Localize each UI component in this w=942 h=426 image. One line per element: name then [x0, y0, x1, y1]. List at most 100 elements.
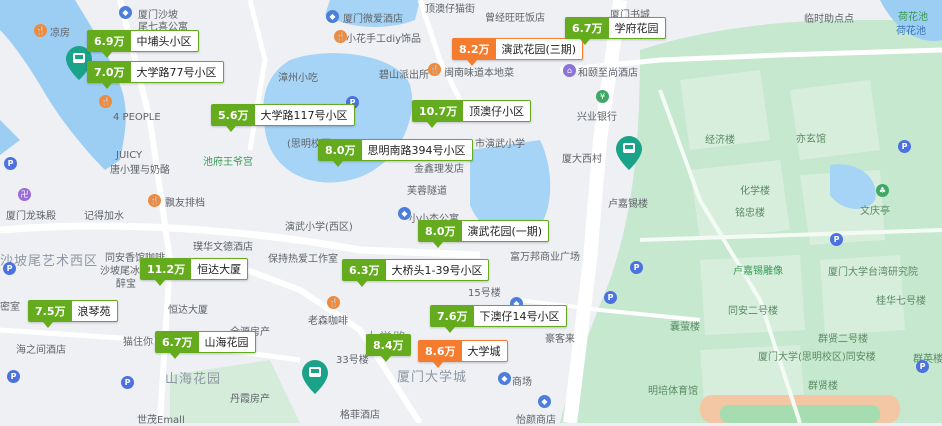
price-marker[interactable]: 8.0万 演武花园(一期)	[418, 220, 550, 248]
parking-icon[interactable]: P	[7, 370, 20, 383]
place-label: 醉宝	[116, 279, 136, 290]
place-label: 飘友排档	[165, 198, 205, 209]
price-marker-highlighted[interactable]: 8.6万 大学城	[418, 340, 508, 368]
price-value: 8.4万	[367, 335, 410, 355]
place-label: 老森咖啡	[308, 316, 348, 327]
place-label: 和颐至尚酒店	[578, 68, 638, 79]
parking-icon[interactable]: P	[830, 233, 843, 246]
food-icon[interactable]: 🍴	[34, 24, 47, 37]
price-marker[interactable]: 6.7万 山海花园	[155, 331, 256, 359]
temple-icon[interactable]: 卍	[18, 188, 31, 201]
community-name: 思明南路394号小区	[367, 144, 466, 157]
price-marker[interactable]: 6.3万 大桥头1-39号小区	[342, 259, 490, 287]
price-marker[interactable]: 10.7万 顶澳仔小区	[412, 100, 532, 128]
place-label: 密室	[0, 302, 20, 313]
place-label: 富万邦商业广场	[510, 252, 580, 263]
hotel-icon[interactable]: ⌂	[563, 64, 576, 77]
place-label: 厦门大学(思明校区)同安楼	[758, 352, 876, 363]
community-name: 浪琴苑	[77, 305, 111, 318]
price-value: 5.6万	[212, 105, 255, 125]
community-name: 顶澳仔小区	[469, 105, 525, 118]
parking-icon[interactable]: P	[604, 291, 617, 304]
place-label: 厦门龙珠殿	[6, 211, 56, 222]
price-marker[interactable]: 6.9万 中埔头小区	[87, 30, 199, 58]
price-value: 6.3万	[343, 260, 386, 280]
price-value: 11.2万	[141, 259, 192, 279]
place-label: 商场	[512, 377, 532, 388]
place-label: 铭忠楼	[735, 208, 765, 219]
price-marker-highlighted[interactable]: 8.2万 演武花园(三期)	[452, 38, 584, 66]
place-label: 怡颜商店	[516, 415, 556, 426]
shop-icon[interactable]: ◆	[498, 372, 511, 385]
place-label: 33号楼	[336, 355, 369, 366]
place-label: 格菲酒店	[340, 410, 380, 421]
place-label: 荷花池	[896, 26, 926, 37]
parking-icon[interactable]: P	[121, 376, 134, 389]
park-icon[interactable]: ♣	[876, 184, 889, 197]
shop-icon[interactable]: ◆	[119, 6, 132, 19]
food-icon[interactable]: 🍴	[327, 296, 340, 309]
parking-icon[interactable]: P	[916, 360, 929, 373]
place-label: 同安二号楼	[728, 306, 778, 317]
community-name: 恒达大厦	[197, 263, 242, 276]
place-label: 厦门微爱酒店	[343, 14, 403, 25]
shop-icon[interactable]: ◆	[538, 395, 551, 408]
price-marker[interactable]: 7.6万 下澳仔14号小区	[430, 305, 567, 333]
place-label: 演武小学(西区)	[285, 222, 353, 233]
community-name: 大学路77号小区	[136, 66, 217, 79]
price-marker[interactable]: 11.2万 恒达大厦	[140, 258, 249, 286]
place-label: 囊萤楼	[670, 322, 700, 333]
food-icon[interactable]: 🍴	[148, 194, 161, 207]
price-marker[interactable]: 8.0万 思明南路394号小区	[318, 139, 473, 167]
place-label: 经济楼	[705, 135, 735, 146]
place-label: 猫住你	[123, 337, 153, 348]
place-label: 文庆亭	[860, 206, 890, 217]
parking-icon[interactable]: P	[898, 140, 911, 153]
parking-icon[interactable]: P	[630, 261, 643, 274]
place-label: 山海花园	[165, 372, 222, 387]
community-name: 演武花园(三期)	[501, 43, 577, 56]
parking-icon[interactable]: P	[3, 262, 16, 275]
price-value: 8.2万	[453, 39, 496, 59]
price-value: 7.6万	[431, 306, 474, 326]
food-icon[interactable]: 🍴	[428, 63, 441, 76]
place-label: 市演武小学	[475, 139, 525, 150]
place-label: 恒达大厦	[168, 305, 208, 316]
bank-icon[interactable]: ¥	[596, 90, 609, 103]
price-value: 6.7万	[156, 332, 199, 352]
place-label: 豪客来	[545, 334, 575, 345]
community-name: 中埔头小区	[136, 35, 192, 48]
price-marker[interactable]: 7.0万 大学路77号小区	[87, 61, 224, 89]
place-label: 明培体育馆	[648, 386, 698, 397]
place-label: 群贤二号楼	[818, 334, 868, 345]
shop-icon[interactable]: ◆	[398, 207, 411, 220]
shop-icon[interactable]: ◆	[326, 10, 339, 23]
place-label: JUICY	[116, 150, 143, 161]
price-value: 6.7万	[566, 18, 609, 38]
metro-station-icon[interactable]	[616, 136, 642, 170]
place-label: 碧山派出所	[379, 70, 429, 81]
place-label: 厦大西村	[562, 154, 602, 165]
parking-icon[interactable]: P	[4, 157, 17, 170]
place-label: 卢嘉锡雕像	[733, 266, 783, 277]
community-name: 大学城	[467, 345, 501, 358]
community-name: 学府花园	[614, 22, 659, 35]
price-marker[interactable]: 5.6万 大学路117号小区	[211, 104, 355, 132]
place-label: 芙蓉隧道	[407, 186, 447, 197]
place-label: 漳州小吃	[278, 73, 318, 84]
price-marker[interactable]: 8.4万	[366, 334, 411, 362]
food-icon[interactable]: 🍴	[334, 30, 347, 43]
place-label: 15号楼	[468, 288, 501, 299]
price-value: 10.7万	[413, 101, 464, 121]
metro-station-icon[interactable]	[302, 360, 328, 394]
place-label: 亦玄馆	[796, 134, 826, 145]
place-label: 保持热爱工作室	[268, 254, 338, 265]
price-marker[interactable]: 7.5万 浪琴苑	[28, 300, 118, 328]
food-icon[interactable]: 🍴	[99, 95, 112, 108]
price-marker[interactable]: 6.7万 学府花园	[565, 17, 666, 45]
place-label: 化学楼	[740, 186, 770, 197]
place-label: 4 PEOPLE	[113, 112, 161, 123]
place-label: 闽南味道本地菜	[444, 68, 514, 79]
place-label: 厦门大学城	[397, 370, 468, 385]
place-label: 厦门大学台湾研究院	[828, 267, 918, 278]
